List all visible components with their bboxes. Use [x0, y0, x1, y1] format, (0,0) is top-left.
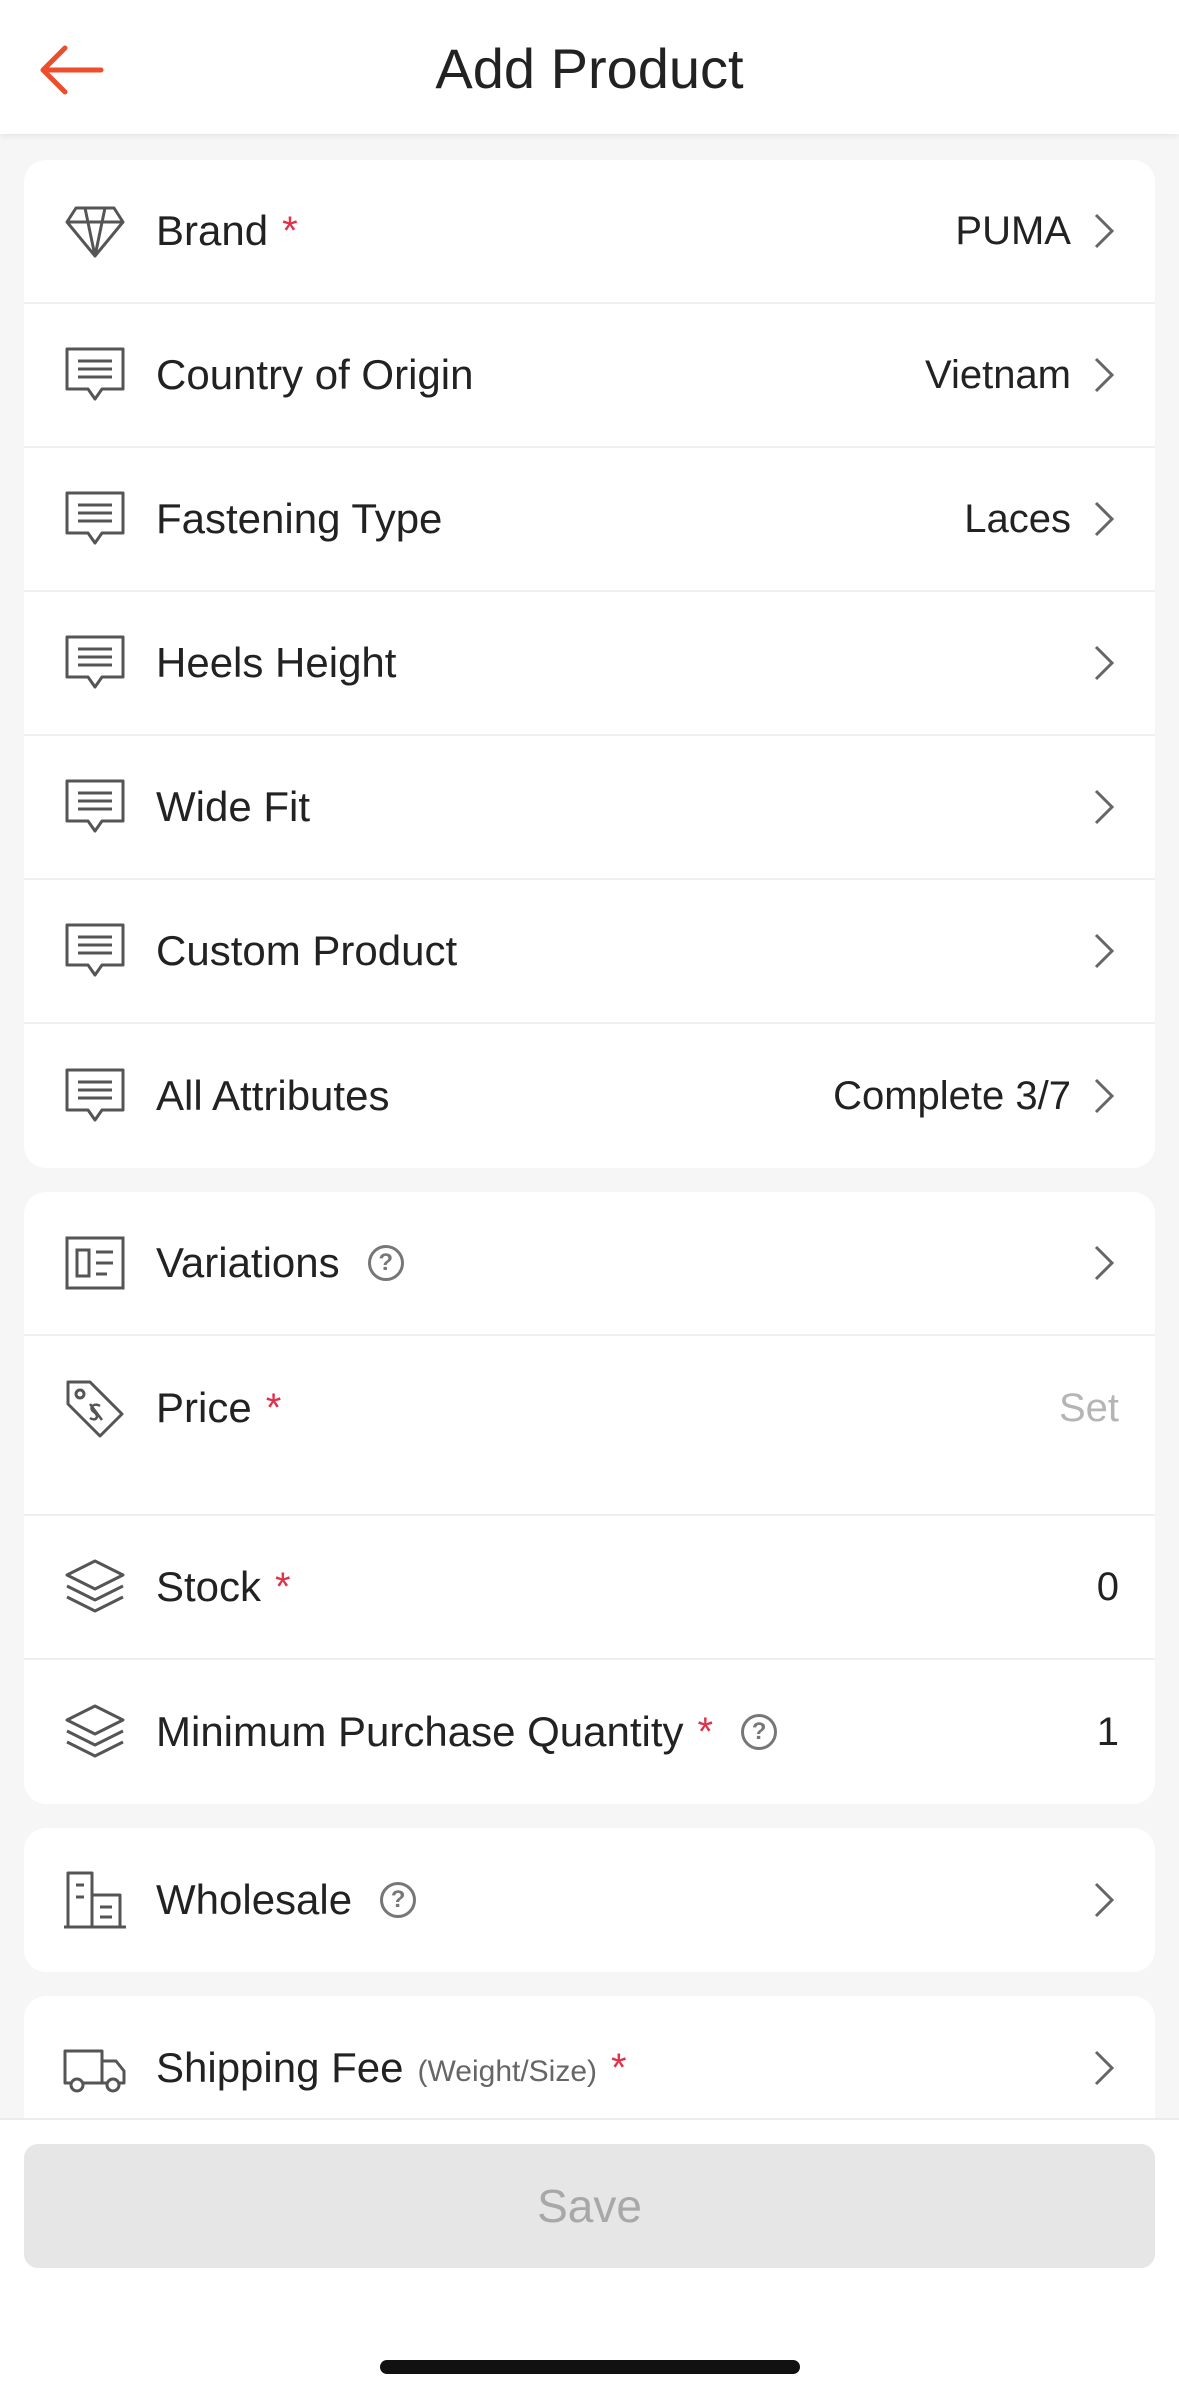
- country-of-origin-label: Country of Origin: [156, 351, 474, 398]
- country-of-origin-row[interactable]: Country of Origin Vietnam: [24, 304, 1155, 448]
- truck-icon: [62, 2035, 128, 2101]
- price-input[interactable]: Set: [1059, 1386, 1119, 1431]
- fastening-type-value: Laces: [964, 496, 1071, 541]
- top-bar: Add Product: [0, 0, 1179, 134]
- all-attributes-value: Complete 3/7: [833, 1073, 1071, 1118]
- required-mark: *: [282, 208, 298, 253]
- required-mark: *: [265, 1385, 282, 1430]
- custom-product-label: Custom Product: [156, 927, 458, 974]
- wholesale-row[interactable]: Wholesale?: [24, 1828, 1155, 1972]
- home-indicator: [380, 2360, 800, 2374]
- shipping-fee-label: Shipping Fee: [156, 2044, 404, 2091]
- all-attributes-row[interactable]: All Attributes Complete 3/7: [24, 1024, 1155, 1168]
- wholesale-card: Wholesale?: [24, 1828, 1155, 1972]
- help-icon[interactable]: ?: [741, 1714, 778, 1750]
- country-of-origin-value: Vietnam: [924, 352, 1071, 397]
- message-list-icon: [62, 1063, 128, 1129]
- fastening-type-row[interactable]: Fastening Type Laces: [24, 448, 1155, 592]
- required-mark: *: [275, 1564, 291, 1609]
- required-mark: *: [611, 2045, 627, 2090]
- chevron-right-icon: [1089, 497, 1119, 541]
- chevron-right-icon: [1089, 785, 1119, 829]
- save-button[interactable]: Save: [24, 2144, 1155, 2268]
- message-list-icon: [62, 918, 128, 984]
- chevron-right-icon: [1089, 209, 1119, 253]
- stock-row[interactable]: Stock * 0: [24, 1516, 1155, 1660]
- brand-label: Brand: [156, 207, 269, 254]
- diamond-icon: [62, 198, 128, 264]
- minimum-purchase-quantity-row[interactable]: Minimum Purchase Quantity *? 1: [24, 1660, 1155, 1804]
- help-icon[interactable]: ?: [367, 1245, 404, 1281]
- heels-height-row[interactable]: Heels Height: [24, 592, 1155, 736]
- attributes-card: Brand * PUMA Country of Origin Vietnam Fa…: [24, 160, 1155, 1168]
- custom-product-row[interactable]: Custom Product: [24, 880, 1155, 1024]
- variations-icon: [62, 1230, 128, 1296]
- message-list-icon: [62, 774, 128, 840]
- chevron-right-icon: [1089, 641, 1119, 685]
- stock-input[interactable]: 0: [1097, 1565, 1119, 1610]
- wide-fit-label: Wide Fit: [156, 783, 311, 830]
- layers-icon: [62, 1554, 128, 1620]
- price-tag-icon: [62, 1376, 128, 1442]
- stock-label: Stock: [156, 1563, 262, 1610]
- brand-value: PUMA: [955, 208, 1071, 253]
- shipping-fee-sublabel: (Weight/Size): [417, 2055, 598, 2088]
- variations-label: Variations: [156, 1239, 340, 1286]
- chevron-right-icon: [1089, 1878, 1119, 1922]
- wholesale-building-icon: [62, 1867, 128, 1933]
- chevron-right-icon: [1089, 1074, 1119, 1118]
- required-mark: *: [697, 1709, 714, 1754]
- bottom-bar: Save: [0, 2118, 1179, 2396]
- price-row[interactable]: Price * Set: [24, 1336, 1155, 1516]
- layers-icon: [62, 1699, 128, 1765]
- price-label: Price: [156, 1384, 252, 1431]
- message-list-icon: [62, 630, 128, 696]
- minimum-purchase-quantity-input[interactable]: 1: [1097, 1710, 1119, 1755]
- heels-height-label: Heels Height: [156, 639, 397, 686]
- wholesale-label: Wholesale: [156, 1876, 353, 1923]
- message-list-icon: [62, 486, 128, 552]
- chevron-right-icon: [1089, 2046, 1119, 2090]
- variations-row[interactable]: Variations?: [24, 1192, 1155, 1336]
- fastening-type-label: Fastening Type: [156, 495, 443, 542]
- minimum-purchase-quantity-label: Minimum Purchase Quantity: [156, 1708, 684, 1755]
- chevron-right-icon: [1089, 353, 1119, 397]
- chevron-right-icon: [1089, 929, 1119, 973]
- wide-fit-row[interactable]: Wide Fit: [24, 736, 1155, 880]
- page-title: Add Product: [435, 37, 744, 100]
- sales-card: Variations? Price * Set Stock * 0 Minimum …: [24, 1192, 1155, 1804]
- help-icon[interactable]: ?: [380, 1882, 417, 1918]
- message-list-icon: [62, 342, 128, 408]
- brand-row[interactable]: Brand * PUMA: [24, 160, 1155, 304]
- all-attributes-label: All Attributes: [156, 1072, 390, 1119]
- chevron-right-icon: [1089, 1241, 1119, 1285]
